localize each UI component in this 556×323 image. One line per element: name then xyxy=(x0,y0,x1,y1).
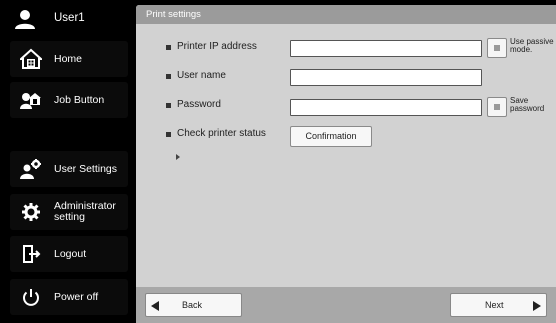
user-name-label: User1 xyxy=(54,12,85,24)
sidebar-item-logout[interactable]: Logout xyxy=(10,236,128,272)
logout-icon xyxy=(23,245,41,263)
current-user: User1 xyxy=(0,0,131,38)
print-settings-panel: Print settings Printer IP address Use pa… xyxy=(136,5,556,323)
arrow-left-icon xyxy=(151,301,159,311)
back-button[interactable]: Back xyxy=(145,293,242,317)
label-line2: mode. xyxy=(510,45,533,54)
title-bar: Print settings xyxy=(136,5,556,24)
sidebar-item-label: Job Button xyxy=(54,94,105,106)
home-icon xyxy=(20,48,42,69)
user-icon xyxy=(15,10,35,29)
arrow-right-icon xyxy=(533,301,541,311)
use-passive-mode-checkbox[interactable] xyxy=(487,38,507,58)
gear-icon xyxy=(22,203,40,221)
power-icon xyxy=(23,289,39,306)
sidebar-item-home[interactable]: Home xyxy=(10,41,128,77)
job-button-icon xyxy=(20,93,41,109)
back-button-label: Back xyxy=(182,300,203,310)
user-name-input[interactable] xyxy=(290,69,482,86)
use-passive-mode-label: Use passive mode. xyxy=(510,38,554,54)
password-input[interactable] xyxy=(290,99,482,116)
printer-ip-input[interactable] xyxy=(290,40,482,57)
next-button-label: Next xyxy=(485,300,504,310)
save-password-checkbox[interactable] xyxy=(487,97,507,117)
sidebar-item-label: Home xyxy=(54,53,83,65)
sidebar-item-power-off[interactable]: Power off xyxy=(10,279,128,315)
sidebar-item-administrator-setting[interactable]: Administrator setting xyxy=(10,194,128,230)
check-printer-status-label: Check printer status xyxy=(177,128,266,139)
bullet xyxy=(166,103,171,108)
sidebar-item-label: Power off xyxy=(54,291,99,303)
checkbox-indicator xyxy=(494,45,500,51)
sidebar-item-label: Administrator setting xyxy=(54,201,116,223)
password-label: Password xyxy=(177,99,221,110)
sidebar-item-label: User Settings xyxy=(54,163,118,175)
expand-arrow-icon[interactable] xyxy=(176,154,180,160)
confirmation-button[interactable]: Confirmation xyxy=(290,126,372,147)
bullet xyxy=(166,132,171,137)
label-line2: password xyxy=(510,104,545,113)
save-password-label: Save password xyxy=(510,97,544,113)
checkbox-indicator xyxy=(494,104,500,110)
sidebar-item-job-button[interactable]: Job Button xyxy=(10,82,128,118)
user-name-label: User name xyxy=(177,70,226,81)
bullet xyxy=(166,74,171,79)
user-settings-icon xyxy=(20,159,41,179)
page-title: Print settings xyxy=(146,9,201,20)
next-button[interactable]: Next xyxy=(450,293,547,317)
bullet xyxy=(166,45,171,50)
label-line2: setting xyxy=(54,211,85,223)
sidebar: User1 Home Job Button User Settings Admi… xyxy=(0,0,131,323)
printer-ip-label: Printer IP address xyxy=(177,41,257,52)
footer-bar: Back Next xyxy=(136,287,556,323)
sidebar-item-user-settings[interactable]: User Settings xyxy=(10,151,128,187)
sidebar-item-label: Logout xyxy=(54,248,87,260)
